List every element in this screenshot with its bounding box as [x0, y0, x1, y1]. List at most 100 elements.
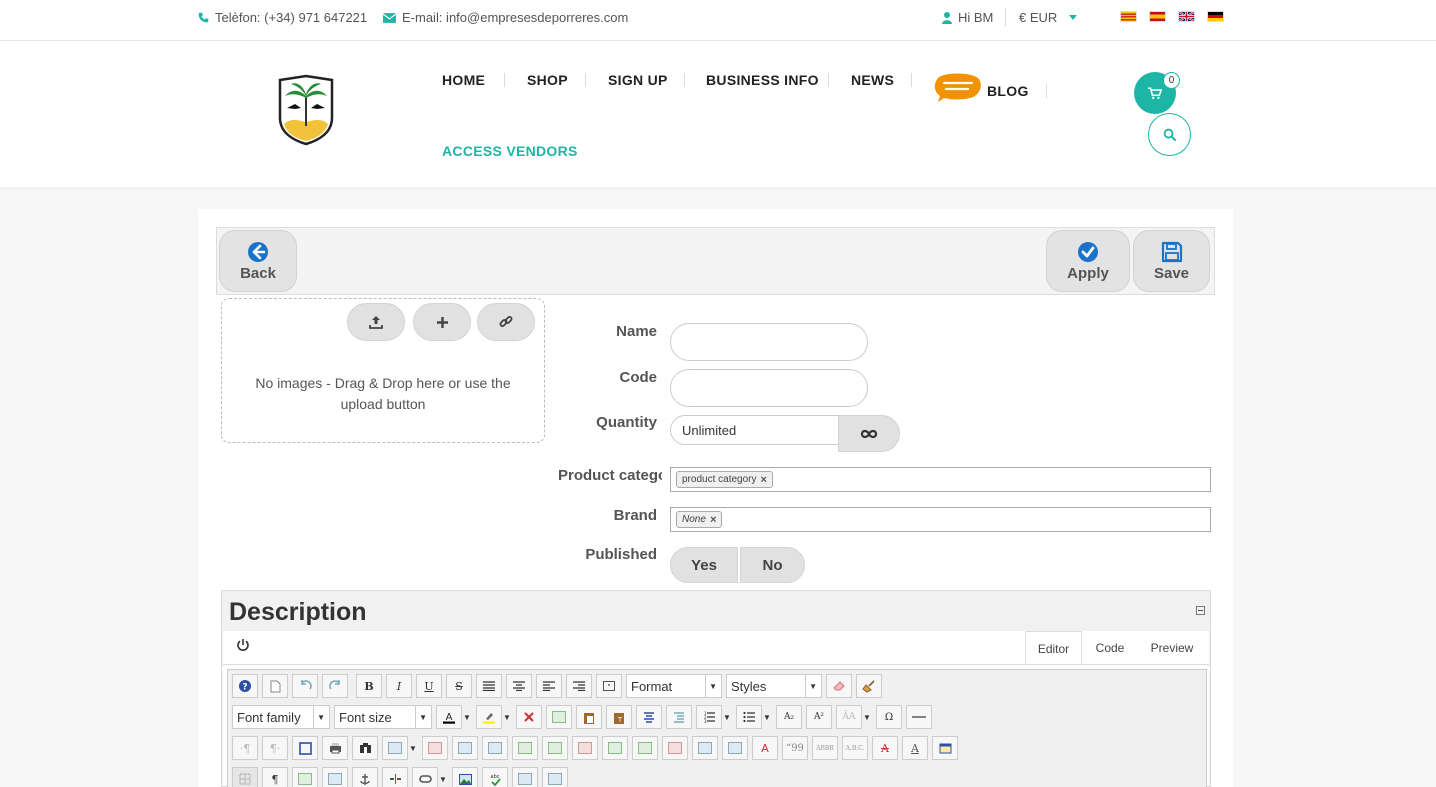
insert-link-icon[interactable]	[412, 767, 438, 787]
email-contact[interactable]: E-mail: info@empresesdeporreres.com	[383, 10, 628, 25]
find-binoculars-icon[interactable]	[352, 736, 378, 760]
template-icon[interactable]	[292, 767, 318, 787]
insert-table-icon[interactable]	[382, 736, 408, 760]
visual-aid-icon[interactable]	[232, 767, 258, 787]
nav-home[interactable]: HOME	[442, 72, 485, 88]
unlink-icon[interactable]	[382, 767, 408, 787]
chevron-down-icon[interactable]: ▼	[862, 705, 872, 729]
product-category-field[interactable]: product category ×	[670, 467, 1211, 492]
fullscreen-icon[interactable]	[292, 736, 318, 760]
flag-catalan-icon[interactable]	[1120, 11, 1137, 22]
table-col-after-icon[interactable]	[632, 736, 658, 760]
quantity-input[interactable]	[670, 415, 840, 445]
currency-selector[interactable]: € EUR	[1019, 10, 1078, 25]
flag-german-icon[interactable]	[1207, 11, 1224, 22]
table-col-before-icon[interactable]	[602, 736, 628, 760]
bold-icon[interactable]: B	[356, 674, 382, 698]
cut-icon[interactable]	[516, 705, 542, 729]
align-left-icon[interactable]	[536, 674, 562, 698]
brand-tag[interactable]: None ×	[676, 511, 723, 528]
tab-preview[interactable]: Preview	[1141, 631, 1203, 665]
published-no-button[interactable]: No	[740, 547, 805, 583]
text-case-icon[interactable]: ĀA	[836, 705, 862, 729]
align-center-icon[interactable]	[506, 674, 532, 698]
back-button[interactable]: Back	[219, 230, 297, 292]
collapse-icon[interactable]	[1196, 606, 1205, 615]
page-break-icon[interactable]	[322, 767, 348, 787]
cleanup-broom-icon[interactable]	[856, 674, 882, 698]
cite-quote-icon[interactable]: “99	[782, 736, 808, 760]
indent-icon[interactable]	[666, 705, 692, 729]
published-yes-button[interactable]: Yes	[670, 547, 738, 583]
attributes-icon[interactable]	[932, 736, 958, 760]
subscript-icon[interactable]: A₂	[776, 705, 802, 729]
table-row-append-icon[interactable]	[542, 736, 568, 760]
superscript-icon[interactable]: A²	[806, 705, 832, 729]
paste-word-icon[interactable]	[636, 705, 662, 729]
insert-image-icon[interactable]	[452, 767, 478, 787]
table-row-after-icon[interactable]	[482, 736, 508, 760]
align-right-icon[interactable]	[566, 674, 592, 698]
strikethrough-icon[interactable]: S	[446, 674, 472, 698]
text-color-icon[interactable]: A	[436, 705, 462, 729]
link-image-button[interactable]	[477, 303, 535, 341]
special-character-icon[interactable]: Ω	[876, 705, 902, 729]
underline-icon[interactable]: U	[416, 674, 442, 698]
align-justify-icon[interactable]	[476, 674, 502, 698]
unlimited-quantity-button[interactable]	[838, 415, 900, 452]
abbreviation-icon[interactable]: ABBR	[812, 736, 838, 760]
user-greeting[interactable]: Hi BM	[942, 10, 993, 25]
search-button[interactable]	[1148, 113, 1191, 156]
table-col-delete-icon[interactable]	[662, 736, 688, 760]
layer-icon[interactable]	[512, 767, 538, 787]
flag-spanish-icon[interactable]	[1149, 11, 1166, 22]
undo-icon[interactable]	[292, 674, 318, 698]
ltr-paragraph-icon[interactable]: ·¶	[232, 736, 258, 760]
table-split-icon[interactable]	[722, 736, 748, 760]
deletion-icon[interactable]: A	[872, 736, 898, 760]
apply-button[interactable]: Apply	[1046, 230, 1130, 292]
italic-icon[interactable]: I	[386, 674, 412, 698]
font-family-select[interactable]: Font family ▼	[232, 705, 330, 729]
redo-icon[interactable]	[322, 674, 348, 698]
highlight-color-icon[interactable]	[476, 705, 502, 729]
eraser-icon[interactable]	[826, 674, 852, 698]
table-merge-icon[interactable]	[692, 736, 718, 760]
bullet-list-icon[interactable]	[736, 705, 762, 729]
upload-image-button[interactable]	[347, 303, 405, 341]
acronym-icon[interactable]: A.B.C.	[842, 736, 868, 760]
nav-blog[interactable]: BLOG	[987, 83, 1029, 99]
spellcheck-icon[interactable]: abc	[482, 767, 508, 787]
nav-news[interactable]: NEWS	[851, 72, 894, 88]
remove-tag-icon[interactable]: ×	[761, 474, 767, 486]
code-input[interactable]	[670, 369, 868, 407]
numbered-list-icon[interactable]: 123	[696, 705, 722, 729]
format-select[interactable]: Format ▼	[626, 674, 722, 698]
copy-icon[interactable]	[546, 705, 572, 729]
nav-business-info[interactable]: BUSINESS INFO	[706, 72, 819, 88]
power-icon[interactable]	[236, 638, 250, 652]
chevron-down-icon[interactable]: ▼	[438, 767, 448, 787]
chevron-down-icon[interactable]: ▼	[722, 705, 732, 729]
nav-shop[interactable]: SHOP	[527, 72, 568, 88]
nav-sign-up[interactable]: SIGN UP	[608, 72, 668, 88]
porreres-shield-logo[interactable]	[276, 74, 336, 146]
chevron-down-icon[interactable]: ▼	[408, 736, 418, 760]
remove-tag-icon[interactable]: ×	[710, 514, 716, 526]
tab-code[interactable]: Code	[1085, 631, 1135, 665]
chevron-down-icon[interactable]: ▼	[762, 705, 772, 729]
horizontal-rule-icon[interactable]	[906, 705, 932, 729]
media-icon[interactable]	[542, 767, 568, 787]
table-row-props-icon[interactable]	[422, 736, 448, 760]
image-drop-zone[interactable]: No images - Drag & Drop here or use the …	[221, 298, 545, 443]
tab-editor[interactable]: Editor	[1025, 631, 1082, 665]
paste-text-icon[interactable]: T	[606, 705, 632, 729]
chevron-down-icon[interactable]: ▼	[502, 705, 512, 729]
insertion-icon[interactable]: A	[902, 736, 928, 760]
blockquote-icon[interactable]: "	[596, 674, 622, 698]
table-row-insert-icon[interactable]	[512, 736, 538, 760]
nav-access-vendors[interactable]: ACCESS VENDORS	[442, 143, 578, 159]
chevron-down-icon[interactable]: ▼	[462, 705, 472, 729]
name-input[interactable]	[670, 323, 868, 361]
new-document-icon[interactable]	[262, 674, 288, 698]
